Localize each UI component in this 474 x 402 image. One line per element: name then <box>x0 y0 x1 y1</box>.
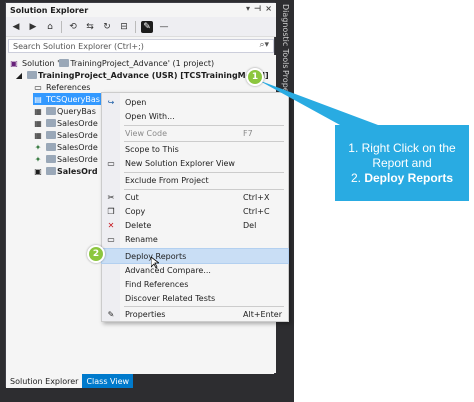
tree-solution-node[interactable]: ▣ Solution ' TrainingProject_Advance' (1… <box>9 57 214 69</box>
tree-references-node[interactable]: ▭ References <box>33 81 90 93</box>
redacted-text <box>46 167 56 175</box>
preview-icon[interactable]: — <box>158 21 170 33</box>
menu-item-cut[interactable]: ✂ Cut Ctrl+X <box>102 190 288 204</box>
tree-item-label: QueryBas <box>57 106 96 116</box>
table-icon: ▦ <box>34 118 42 128</box>
menu-item-delete[interactable]: ✕ Delete Del <box>102 218 288 232</box>
rename-icon: ▭ <box>107 234 115 244</box>
report-icon: ▤ <box>34 94 42 104</box>
query-icon: ▦ <box>34 106 42 116</box>
tab-diagnostic-tools[interactable]: Diagnostic Tools <box>278 4 290 69</box>
table-icon: ▦ <box>34 130 42 140</box>
search-placeholder: Search Solution Explorer (Ctrl+;) <box>13 41 144 51</box>
wrench-icon: ✎ <box>107 309 115 319</box>
redacted-text <box>59 59 70 67</box>
copy-icon: ❐ <box>107 206 115 216</box>
menu-item-exclude[interactable]: Exclude From Project <box>102 173 288 187</box>
delete-x-icon: ✕ <box>107 220 115 230</box>
tree-item[interactable]: ▦ SalesOrde <box>33 129 98 141</box>
tree-item[interactable]: ✦ SalesOrde <box>33 141 98 153</box>
properties-wrench-icon[interactable]: ✎ <box>141 20 153 33</box>
tree-item[interactable]: ▦ QueryBas <box>33 105 96 117</box>
toolbar-separator <box>61 20 62 33</box>
close-icon[interactable]: × <box>265 4 272 13</box>
menu-item-deploy-reports[interactable]: Deploy Reports <box>101 248 289 264</box>
tree-item-label: SalesOrde <box>57 130 98 140</box>
tab-solution-explorer[interactable]: Solution Explorer <box>6 374 83 388</box>
redacted-text <box>46 119 56 127</box>
redacted-text <box>46 131 56 139</box>
search-icon[interactable]: ⌕▾ <box>259 40 269 50</box>
menu-item-new-explorer-view[interactable]: ▭ New Solution Explorer View <box>102 156 288 170</box>
redacted-text <box>46 143 56 151</box>
tree-item[interactable]: ▦ SalesOrde <box>33 117 98 129</box>
menu-item-rename[interactable]: ▭ Rename <box>102 232 288 246</box>
tree-project-node[interactable]: ◢ TrainingProject_Advance (USR) [TCSTrai… <box>14 69 269 81</box>
mouse-cursor-icon <box>151 257 159 269</box>
references-icon: ▭ <box>34 82 42 92</box>
window-titlebar: Solution Explorer ▾ ⊣ × <box>6 3 276 17</box>
solution-icon: ▣ <box>10 58 18 68</box>
tree-item-label: SalesOrde <box>57 118 98 128</box>
class-icon: ✦ <box>34 154 42 164</box>
redacted-text <box>46 107 56 115</box>
tree-item-label: SalesOrde <box>57 154 98 164</box>
menu-item-discover-tests[interactable]: Discover Related Tests <box>102 291 288 305</box>
new-view-icon: ▭ <box>107 158 115 168</box>
solution-label: Solution ' <box>22 58 60 68</box>
project-label: TrainingProject_Advance (USR) [TCSTraini… <box>38 70 269 80</box>
pin-icon[interactable]: ⊣ <box>254 4 261 13</box>
tab-class-view[interactable]: Class View <box>82 374 134 388</box>
history-icon[interactable]: ⟲ <box>67 21 79 33</box>
menu-item-scope-to-this[interactable]: Scope to This <box>102 142 288 156</box>
forward-icon[interactable]: ▶ <box>27 21 39 33</box>
expand-arrow-icon[interactable]: ◢ <box>14 71 24 80</box>
open-icon: ↪ <box>107 97 115 107</box>
solution-label-rest: TrainingProject_Advance' (1 project) <box>70 58 215 68</box>
scissors-icon: ✂ <box>107 192 115 202</box>
toolbar: ◀ ▶ ⌂ ⟲ ⇆ ↻ ⊟ ✎ — <box>6 17 276 37</box>
collapse-icon[interactable]: ⊟ <box>118 21 130 33</box>
menu-item-copy[interactable]: ❐ Copy Ctrl+C <box>102 204 288 218</box>
search-input[interactable]: Search Solution Explorer (Ctrl+;) ⌕▾ <box>8 39 274 53</box>
home-icon[interactable]: ⌂ <box>44 21 56 33</box>
redacted-text <box>27 71 37 79</box>
menu-item-find-references[interactable]: Find References <box>102 277 288 291</box>
class-icon: ✦ <box>34 142 42 152</box>
dropdown-icon[interactable]: ▾ <box>246 4 250 13</box>
window-title: Solution Explorer <box>10 5 89 15</box>
tree-item-label: SalesOrde <box>57 142 98 152</box>
callout-line-1: 1. Right Click on the <box>348 140 456 155</box>
instruction-callout: 1. Right Click on the Report and 2. Depl… <box>335 125 469 201</box>
menu-item-properties[interactable]: ✎ Properties Alt+Enter <box>102 307 288 321</box>
window-controls[interactable]: ▾ ⊣ × <box>246 4 272 13</box>
sync-icon[interactable]: ⇆ <box>84 21 96 33</box>
form-icon: ▣ <box>34 166 42 176</box>
callout-line-2: Report and <box>372 155 432 170</box>
toolbar-separator <box>135 20 136 33</box>
bottom-tab-strip: Solution Explorer Class View <box>6 374 276 388</box>
menu-item-advanced-compare[interactable]: Advanced Compare... <box>102 263 288 277</box>
step-1-badge: 1 <box>246 68 264 86</box>
callout-line-3: 2. Deploy Reports <box>350 170 454 185</box>
tree-item[interactable]: ✦ SalesOrde <box>33 153 98 165</box>
step-2-badge: 2 <box>87 245 105 263</box>
tree-item-label: SalesOrd <box>57 166 98 176</box>
tree-item[interactable]: ▣ SalesOrd <box>33 165 98 177</box>
references-label: References <box>46 82 91 92</box>
back-icon[interactable]: ◀ <box>10 21 22 33</box>
refresh-icon[interactable]: ↻ <box>101 21 113 33</box>
redacted-text <box>46 155 56 163</box>
tree-item-label: TCSQueryBas <box>46 94 100 104</box>
